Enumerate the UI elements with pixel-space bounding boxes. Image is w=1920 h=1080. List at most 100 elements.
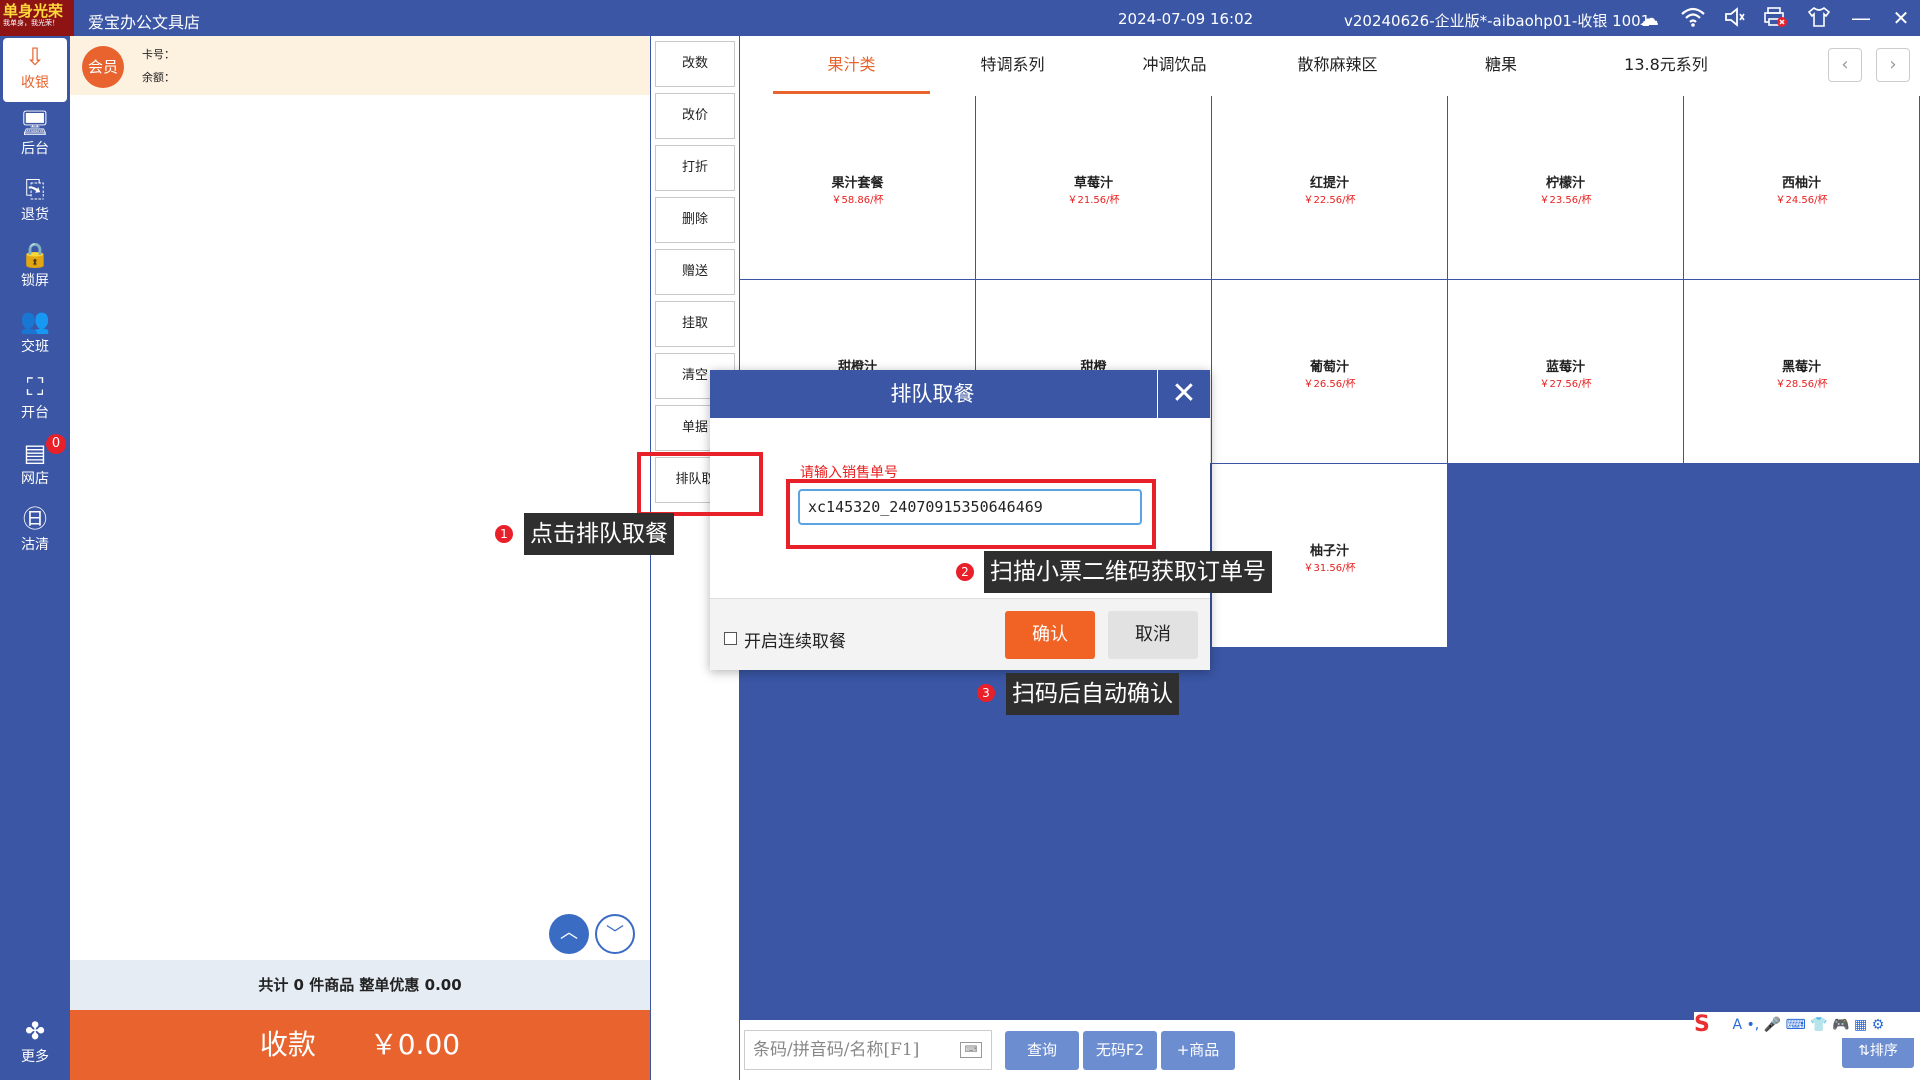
users-icon: 👥	[20, 307, 50, 335]
sort-button[interactable]: ⇅排序	[1842, 1034, 1914, 1068]
lock-icon: 🔒	[20, 241, 50, 269]
nav-label: 锁屏	[21, 273, 49, 289]
no-barcode-button[interactable]: 无码F2	[1083, 1031, 1157, 1070]
nav-label: 沽清	[21, 537, 49, 553]
speaker-icon[interactable]	[1722, 6, 1748, 30]
nav-item-lock[interactable]: 🔒 锁屏	[0, 236, 70, 300]
product-name: 果汁套餐	[831, 176, 884, 191]
pay-button[interactable]: 收款 ￥0.00	[70, 1010, 650, 1080]
product-price: ￥22.56/杯	[1303, 195, 1356, 206]
nav-item-cashier[interactable]: ⇩ 收银	[3, 38, 67, 102]
scroll-down-button[interactable]: ﹀	[595, 914, 635, 954]
step-number: 3	[977, 684, 995, 702]
product-name: 柠檬汁	[1545, 176, 1585, 191]
tab-juice[interactable]: 果汁类	[773, 36, 930, 94]
table-icon: ⛶	[26, 373, 44, 401]
nav-label: 退货	[21, 207, 49, 223]
nav-label: 更多	[21, 1049, 49, 1065]
highlight-box	[786, 479, 1156, 549]
query-button[interactable]: 查询	[1005, 1031, 1079, 1070]
card-number-label: 卡号：	[142, 48, 175, 61]
product-tile[interactable]: 果汁套餐 ￥58.86/杯	[740, 96, 976, 280]
nav-item-return[interactable]: ⎘ 退货	[0, 170, 70, 234]
tab-13-8[interactable]: 13.8元系列	[1586, 36, 1746, 94]
nav-label: 后台	[21, 141, 49, 157]
product-tile[interactable]: 蓝莓汁 ￥27.56/杯	[1448, 280, 1684, 464]
scroll-up-button[interactable]: ︿	[549, 914, 589, 954]
cancel-button[interactable]: 取消	[1108, 611, 1198, 659]
member-avatar[interactable]: 会员	[82, 46, 124, 88]
search-input[interactable]: 条码/拼音码/名称[F1]	[744, 1030, 992, 1070]
product-tile[interactable]: 草莓汁 ￥21.56/杯	[976, 96, 1212, 280]
callout-label: 点击排队取餐	[524, 513, 674, 555]
nav-item-backend[interactable]: 🖥 后台	[0, 104, 70, 168]
nav-label: 收银	[21, 75, 49, 91]
callout-label: 扫描小票二维码获取订单号	[984, 551, 1272, 593]
product-name: 红提汁	[1309, 176, 1349, 191]
nav-label: 开台	[21, 405, 49, 421]
product-name: 蓝莓汁	[1545, 360, 1585, 375]
highlight-box	[637, 452, 763, 516]
cloud-icon[interactable]: ☁	[1636, 6, 1662, 30]
product-price: ￥58.86/杯	[831, 195, 884, 206]
wifi-icon[interactable]	[1680, 6, 1706, 30]
version-info: v20240626-企业版*-aibaohp01-收银 1001	[1344, 12, 1651, 30]
callout-label: 扫码后自动确认	[1006, 673, 1179, 715]
chevron-right-icon[interactable]: ›	[1876, 48, 1910, 82]
change-quantity-button[interactable]: 改数	[655, 41, 735, 87]
close-icon[interactable]: ✕	[1157, 370, 1210, 418]
continuous-pickup-checkbox[interactable]	[724, 632, 737, 645]
product-price: ￥23.56/杯	[1539, 195, 1592, 206]
product-tile[interactable]: 葡萄汁 ￥26.56/杯	[1212, 280, 1448, 464]
tab-brewed[interactable]: 冲调饮品	[1097, 36, 1252, 94]
product-price: ￥26.56/杯	[1303, 379, 1356, 390]
member-bar[interactable]	[70, 36, 650, 95]
step-number: 2	[956, 563, 974, 581]
cart-summary: 共计 0 件商品 整单优惠 0.00	[70, 960, 650, 1010]
product-price: ￥27.56/杯	[1539, 379, 1592, 390]
product-price: ￥24.56/杯	[1775, 195, 1828, 206]
more-icon: ✤	[24, 1017, 46, 1045]
change-price-button[interactable]: 改价	[655, 93, 735, 139]
keyboard-icon[interactable]: ⌨	[960, 1042, 982, 1058]
ime-logo-icon[interactable]: S	[1694, 1012, 1724, 1038]
product-name: 黑莓汁	[1781, 360, 1821, 375]
nav-label: 交班	[21, 339, 49, 355]
product-name: 葡萄汁	[1309, 360, 1349, 375]
product-price: ￥21.56/杯	[1067, 195, 1120, 206]
product-tile[interactable]: 红提汁 ￥22.56/杯	[1212, 96, 1448, 280]
nav-item-sellout[interactable]: ㊐ 沽清	[0, 500, 70, 564]
balance-label: 余额：	[142, 71, 175, 84]
logo-sub-text: 我单身，我光荣！	[3, 19, 59, 27]
tab-spicy[interactable]: 散称麻辣区	[1259, 36, 1416, 94]
dialog-title: 排队取餐	[890, 382, 975, 406]
product-tile[interactable]: 西柚汁 ￥24.56/杯	[1684, 96, 1920, 280]
nav-item-shift[interactable]: 👥 交班	[0, 302, 70, 366]
nav-item-more[interactable]: ✤ 更多	[0, 1012, 70, 1076]
monitor-icon: 🖥	[19, 109, 51, 137]
close-icon[interactable]: ✕	[1888, 6, 1914, 30]
tab-candy[interactable]: 糖果	[1423, 36, 1579, 94]
cashier-icon: ⇩	[24, 43, 46, 71]
add-product-button[interactable]: +商品	[1161, 1031, 1235, 1070]
ime-toolbar[interactable]: A •, 🎤 ⌨ 👕 🎮 ▦ ⚙	[1694, 1012, 1920, 1038]
discount-button[interactable]: 打折	[655, 145, 735, 191]
sellout-icon: ㊐	[23, 505, 47, 533]
app-logo: 单身光荣 我单身，我光荣！	[0, 0, 74, 36]
product-tile[interactable]: 黑莓汁 ￥28.56/杯	[1684, 280, 1920, 464]
chevron-left-icon[interactable]: ‹	[1828, 48, 1862, 82]
logo-main-text: 单身光荣	[3, 2, 64, 20]
notification-badge: 0	[46, 434, 66, 454]
tab-special[interactable]: 特调系列	[935, 36, 1090, 94]
hold-retrieve-button[interactable]: 挂取	[655, 301, 735, 347]
continuous-pickup-label[interactable]: 开启连续取餐	[744, 627, 846, 652]
shirt-icon[interactable]	[1806, 6, 1832, 30]
minimize-icon[interactable]: —	[1848, 6, 1874, 30]
gift-button[interactable]: 赠送	[655, 249, 735, 295]
delete-button[interactable]: 删除	[655, 197, 735, 243]
nav-label: 网店	[21, 471, 49, 487]
nav-item-open-table[interactable]: ⛶ 开台	[0, 368, 70, 432]
product-tile[interactable]: 柠檬汁 ￥23.56/杯	[1448, 96, 1684, 280]
printer-icon[interactable]	[1762, 6, 1788, 30]
confirm-button[interactable]: 确认	[1005, 611, 1095, 659]
